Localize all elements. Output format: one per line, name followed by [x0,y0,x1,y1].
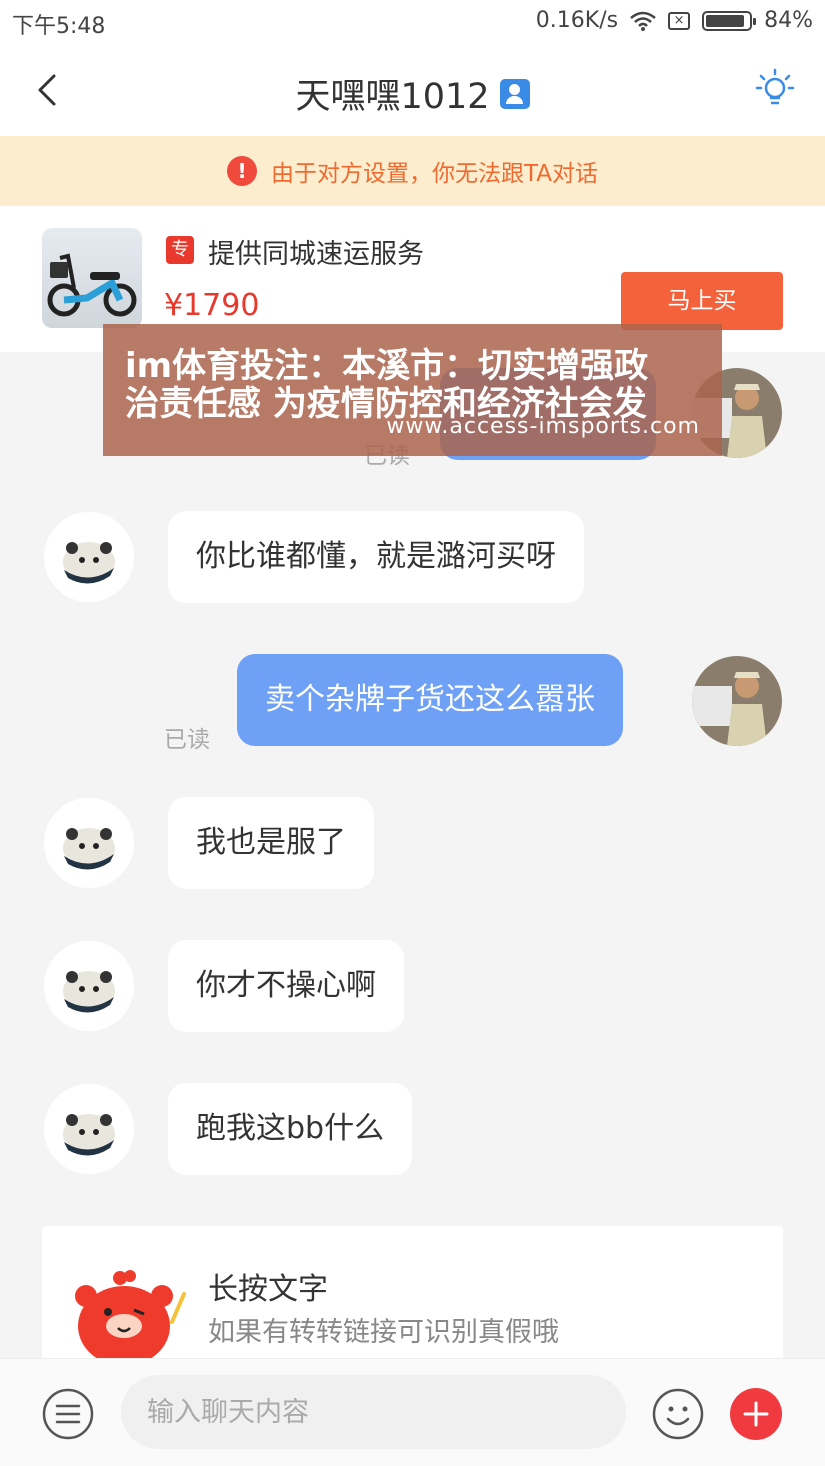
panda-avatar-icon [44,512,134,602]
contact-avatar[interactable] [44,1084,134,1174]
read-receipt: 已读 [164,727,210,753]
tip-title: 长按文字 [208,1272,328,1307]
input-bar [0,1358,825,1466]
wifi-icon [630,11,656,31]
chat-title: 天嘿嘿1012 [0,68,825,119]
contact-name: 天嘿嘿1012 [295,77,490,117]
buy-now-button[interactable]: 马上买 [621,272,783,330]
mascot-bear-icon [75,1270,186,1358]
no-sim-icon: × [668,11,691,30]
network-speed: 0.16K/s [535,8,619,33]
menu-icon[interactable] [42,1388,94,1440]
contact-message-bubble[interactable]: 我也是服了 [168,797,374,889]
product-image[interactable] [42,228,142,328]
panda-avatar-icon [44,941,134,1031]
scooter-illustration [47,253,137,317]
my-message-bubble[interactable]: 卖个杂牌子货还这么嚣张 [237,654,623,746]
contact-message-bubble[interactable]: 你才不操心啊 [168,940,404,1032]
contact-avatar[interactable] [44,512,134,602]
plus-icon [743,1401,769,1427]
chat-screen: 下午5:48 0.16K/s × 84% 天嘿嘿1012 ! 由于对方设置，你无… [0,0,825,1466]
long-press-tip-card: 长按文字 如果有转转链接可识别真假哦 [42,1226,783,1358]
title-bar: 天嘿嘿1012 [0,44,825,136]
add-attachment-button[interactable] [730,1388,782,1440]
my-avatar[interactable] [692,656,782,746]
product-name: 提供同城速运服务 [208,239,424,270]
battery-level: 84% [764,8,813,33]
battery-icon [702,10,757,31]
status-bar: 下午5:48 0.16K/s × 84% [0,0,825,44]
contact-avatar[interactable] [44,941,134,1031]
tip-subtitle: 如果有转转链接可识别真假哦 [208,1317,559,1348]
verified-user-icon [499,79,530,109]
man-photo-avatar-icon [692,656,782,746]
notice-text: 由于对方设置，你无法跟TA对话 [271,161,598,187]
status-right: 0.16K/s × 84% [536,8,813,33]
panda-avatar-icon [44,798,134,888]
special-tag: 专 [166,236,194,264]
status-time: 下午5:48 [12,14,106,39]
emoji-icon[interactable] [652,1388,704,1440]
watermark-banner: im体育投注：本溪市：切实增强政 治责任感 为疫情防控和经济社会发 www.ac… [103,324,722,456]
warning-icon: ! [227,156,257,186]
contact-message-bubble[interactable]: 你比谁都懂，就是潞河买呀 [168,511,584,603]
panda-avatar-icon [44,1084,134,1174]
chat-input[interactable] [121,1375,626,1449]
watermark-url: www.access-imsports.com [386,414,700,439]
lightbulb-icon[interactable] [755,68,795,112]
contact-avatar[interactable] [44,798,134,888]
product-price: ¥1790 [164,288,260,323]
contact-message-bubble[interactable]: 跑我这bb什么 [168,1083,413,1175]
blocked-notice: ! 由于对方设置，你无法跟TA对话 [0,136,825,206]
